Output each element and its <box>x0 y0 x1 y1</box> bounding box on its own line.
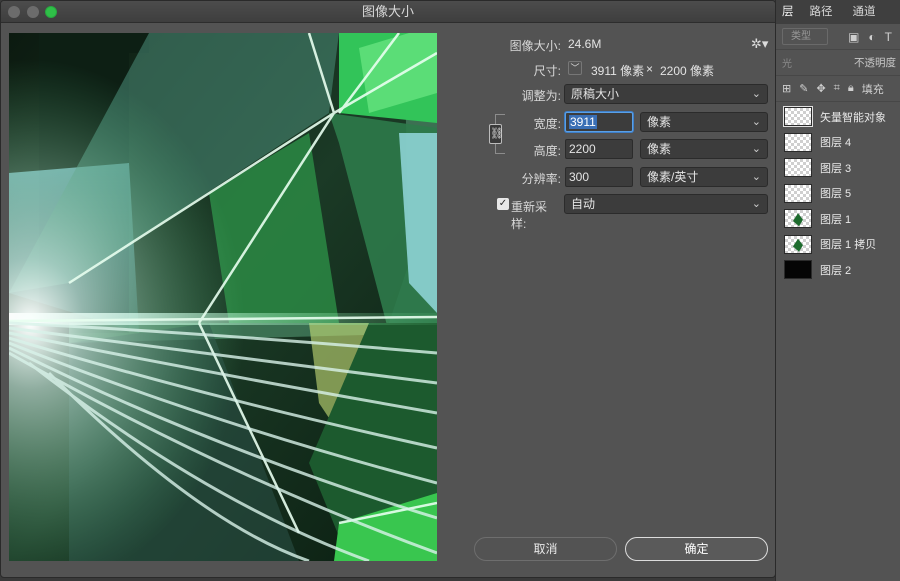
layer-name: 图层 1 <box>820 213 852 226</box>
layer-item[interactable]: 图层 5 <box>776 181 900 207</box>
width-label: 宽度: <box>533 117 561 131</box>
dimensions-height: 2200 像素 <box>660 64 715 78</box>
layer-thumbnail <box>784 183 812 203</box>
layer-list: 矢量智能对象 图层 4 图层 3 图层 5 图层 1 图层 1 拷贝 图层 2 <box>776 102 900 283</box>
layer-item[interactable]: 矢量智能对象 <box>776 104 900 130</box>
blend-mode-select[interactable]: 光 <box>782 55 848 70</box>
layer-item[interactable]: 图层 4 <box>776 130 900 156</box>
lock-icon[interactable]: 🔒︎ <box>848 82 854 95</box>
tab-layers-partial[interactable]: 层 <box>776 0 800 24</box>
dimensions-unit-chevron-icon[interactable]: ﹀ <box>568 61 582 75</box>
cancel-button[interactable]: 取消 <box>474 537 617 561</box>
layer-name: 矢量智能对象 <box>820 111 886 124</box>
layer-filter-row: 类型 ▣ ◐ T <box>776 24 900 50</box>
image-size-value: 24.6M <box>568 37 602 51</box>
layer-thumbnail <box>784 209 812 229</box>
dimensions-width: 3911 像素 <box>591 64 645 78</box>
dimensions-times: × <box>646 62 654 76</box>
resolution-input[interactable]: 300 <box>565 167 633 187</box>
filter-icons: ▣ ◐ T <box>848 30 892 44</box>
layer-item[interactable]: 图层 1 <box>776 206 900 232</box>
chevron-down-icon: ⌄ <box>751 116 761 128</box>
chevron-down-icon: ⌄ <box>751 143 761 155</box>
opacity-label: 不透明度 <box>854 57 896 69</box>
layer-name: 图层 1 拷贝 <box>820 239 877 252</box>
resolution-unit-value: 像素/英寸 <box>647 170 699 184</box>
preview-artwork <box>9 33 437 561</box>
width-value: 3911 <box>569 115 597 129</box>
layer-kind-select[interactable]: 类型 <box>782 28 828 45</box>
settings-gear-icon[interactable]: ✲▾ <box>751 36 768 52</box>
height-input[interactable]: 2200 <box>565 139 633 159</box>
height-unit-value: 像素 <box>647 142 672 156</box>
blend-mode-row: 光 不透明度 <box>776 50 900 76</box>
image-preview[interactable] <box>9 33 437 561</box>
tab-paths[interactable]: 路径 <box>800 0 843 24</box>
move-icon[interactable]: ✥ <box>816 82 825 95</box>
image-size-label: 图像大小: <box>509 39 561 53</box>
ok-button[interactable]: 确定 <box>625 537 768 561</box>
lock-row: ⊞ ✎ ✥ ⌗ 🔒︎ 填充 <box>776 76 900 102</box>
chevron-down-icon: ⌄ <box>751 171 761 183</box>
layer-name: 图层 3 <box>820 162 852 175</box>
chevron-down-icon: ⌄ <box>751 198 761 210</box>
fit-to-value: 原稿大小 <box>571 87 620 101</box>
chevron-down-icon: ⌄ <box>751 88 761 100</box>
dimensions-label: 尺寸: <box>533 64 561 78</box>
resolution-value: 300 <box>569 170 590 184</box>
layer-name: 图层 5 <box>820 188 852 201</box>
width-unit-select[interactable]: 像素 ⌄ <box>640 112 768 132</box>
lock-pixels-icon[interactable]: ⊞ <box>782 82 791 95</box>
height-value: 2200 <box>569 142 596 156</box>
resample-checkbox[interactable]: ✓ <box>497 198 509 210</box>
layer-thumbnail <box>784 158 812 178</box>
layer-name: 图层 4 <box>820 137 852 150</box>
tab-channels[interactable]: 通道 <box>843 0 886 24</box>
fit-to-select[interactable]: 原稿大小 ⌄ <box>564 84 768 104</box>
resolution-unit-select[interactable]: 像素/英寸 ⌄ <box>640 167 768 187</box>
image-size-dialog: 图像大小 图像大小: 24.6M ✲▾ 尺寸: ﹀ 3911 像素 × 2200… <box>0 0 776 578</box>
width-input[interactable]: 3911 <box>565 112 633 132</box>
crop-icon[interactable]: ⌗ <box>834 82 840 95</box>
layer-thumbnail <box>784 132 812 152</box>
layer-item[interactable]: 图层 2 <box>776 257 900 283</box>
layer-thumbnail <box>784 260 812 280</box>
type-filter-icon[interactable]: T <box>885 30 892 44</box>
resample-method-value: 自动 <box>571 197 596 211</box>
resample-method-select[interactable]: 自动 ⌄ <box>564 194 768 214</box>
image-filter-icon[interactable]: ▣ <box>848 30 859 44</box>
window-title: 图像大小 <box>361 4 414 19</box>
resolution-label: 分辨率: <box>521 172 561 186</box>
height-label: 高度: <box>533 144 561 158</box>
layer-thumbnail <box>784 234 812 254</box>
resample-label: 重新采样: <box>511 200 548 231</box>
title-bar[interactable]: 图像大小 <box>1 1 775 23</box>
layer-name: 图层 2 <box>820 264 852 277</box>
layer-item[interactable]: 图层 3 <box>776 155 900 181</box>
layer-item[interactable]: 图层 1 拷贝 <box>776 232 900 258</box>
layers-panel-tabbar: 层 路径 通道 <box>776 0 900 24</box>
layers-panel: 层 路径 通道 类型 ▣ ◐ T 光 不透明度 ⊞ ✎ ✥ ⌗ 🔒︎ 填充 矢量… <box>775 0 900 581</box>
height-unit-select[interactable]: 像素 ⌄ <box>640 139 768 159</box>
fill-label: 填充 <box>861 83 884 96</box>
brush-icon[interactable]: ✎ <box>799 82 808 95</box>
width-unit-value: 像素 <box>647 115 672 129</box>
adjustment-filter-icon[interactable]: ◐ <box>868 30 875 44</box>
layer-thumbnail <box>783 106 813 128</box>
fit-to-label: 调整为: <box>521 89 561 103</box>
